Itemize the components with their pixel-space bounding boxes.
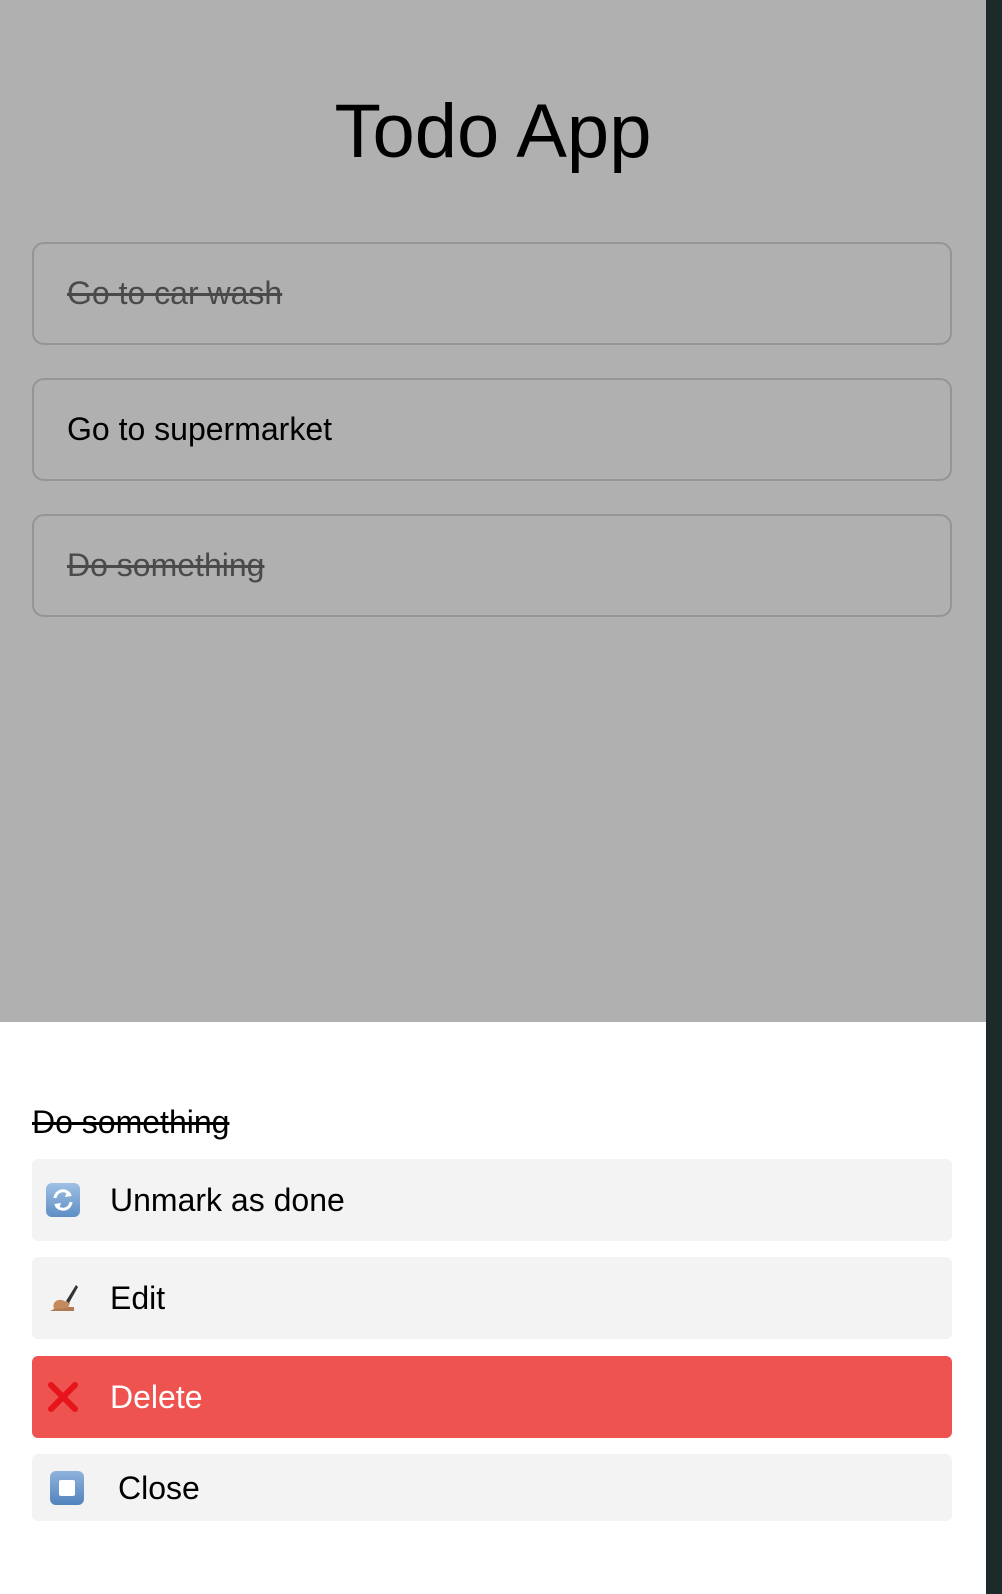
cross-mark-icon xyxy=(46,1380,80,1414)
stop-button-icon xyxy=(50,1470,84,1505)
close-label: Close xyxy=(118,1469,200,1506)
modal-backdrop[interactable] xyxy=(0,0,986,1022)
app-screen: Todo App Go to car wash Go to supermarke… xyxy=(0,0,986,1594)
writing-hand-icon xyxy=(46,1281,80,1315)
refresh-icon xyxy=(46,1183,80,1217)
unmark-as-done-label: Unmark as done xyxy=(110,1182,345,1218)
edit-label: Edit xyxy=(110,1280,166,1316)
delete-label: Delete xyxy=(110,1379,203,1415)
unmark-as-done-button[interactable]: Unmark as done xyxy=(32,1159,952,1241)
delete-button[interactable]: Delete xyxy=(32,1356,952,1438)
action-sheet: Do something Unmark as done Edit Delete … xyxy=(0,1022,986,1594)
close-button[interactable]: Close xyxy=(32,1454,952,1521)
edit-button[interactable]: Edit xyxy=(32,1257,952,1339)
action-sheet-title: Do something xyxy=(32,1104,230,1140)
